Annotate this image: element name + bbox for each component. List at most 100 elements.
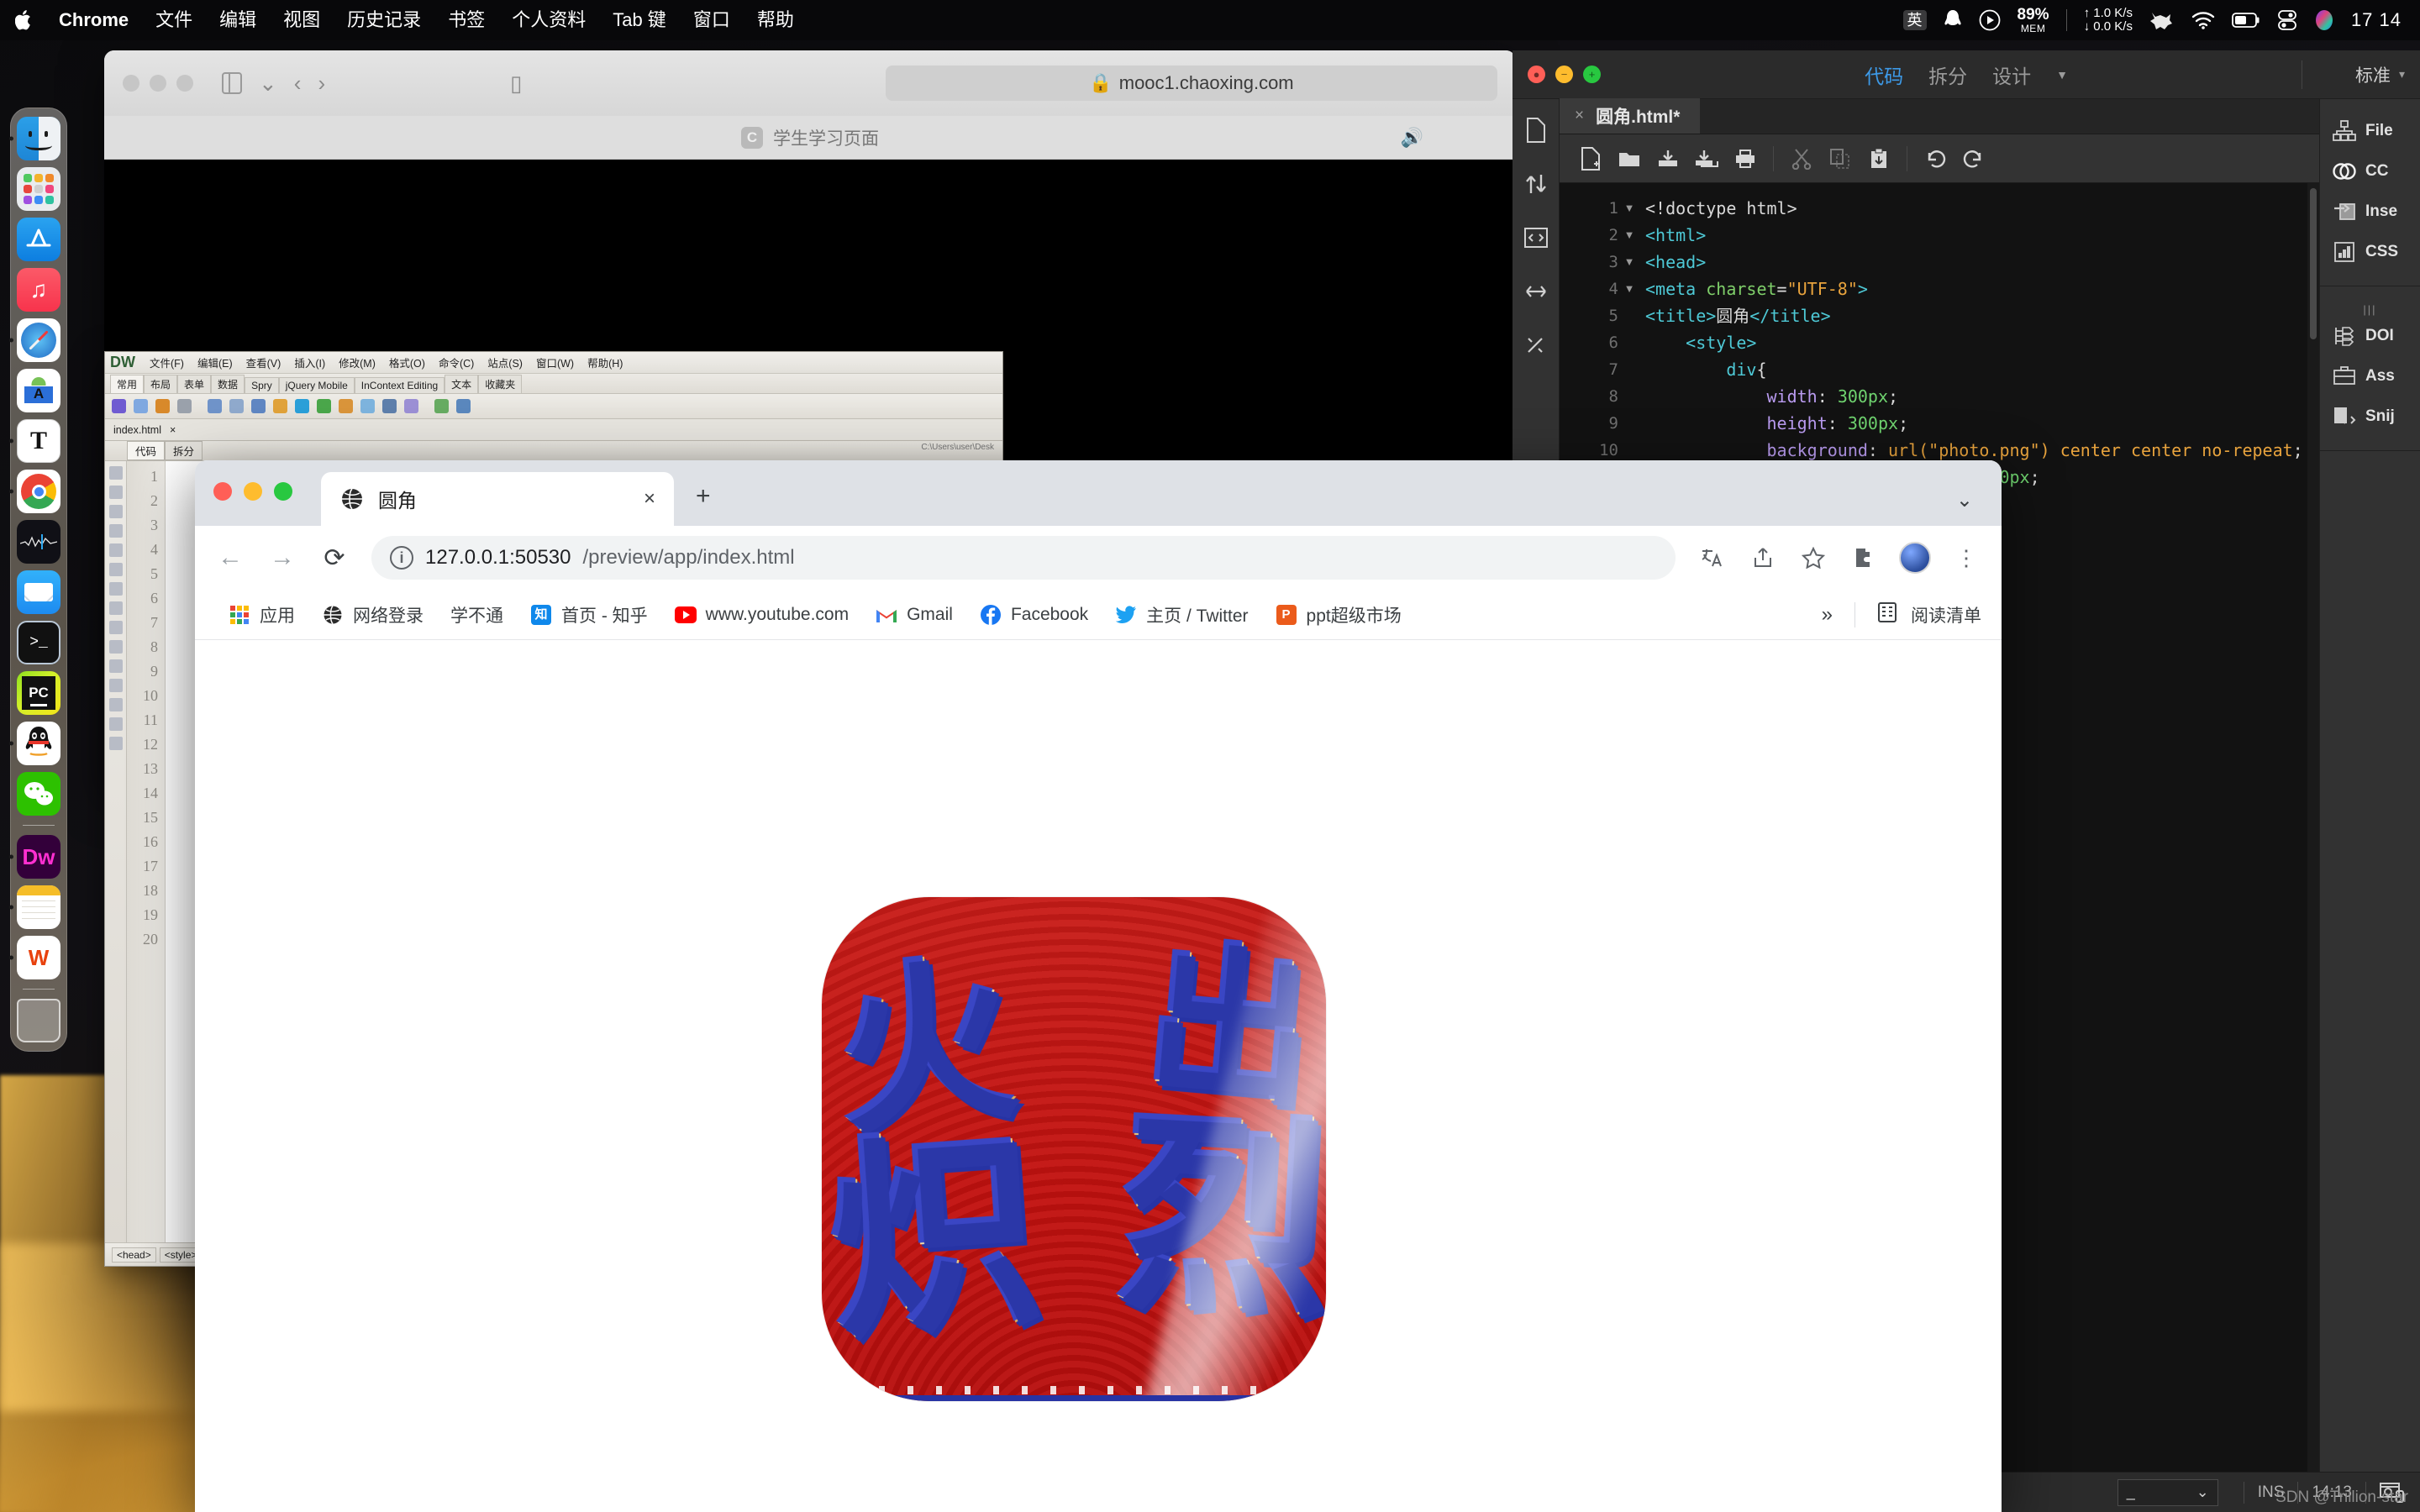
dwc-file-tab-close[interactable]: × <box>170 424 176 436</box>
back-icon[interactable]: ← <box>215 543 245 572</box>
dock-item-wechat[interactable] <box>17 772 60 816</box>
dwc-insert-tab-spry[interactable]: Spry <box>245 377 279 393</box>
forward-icon[interactable]: → <box>267 543 297 572</box>
dwc-view-code[interactable]: 代码 <box>127 441 166 460</box>
dock-item-mail[interactable] <box>17 570 60 614</box>
horizontal-rule-icon[interactable] <box>177 399 192 413</box>
dwc-menu-view[interactable]: 查看(V) <box>240 353 287 372</box>
dwc-menu-site[interactable]: 站点(S) <box>481 353 529 372</box>
site-info-icon[interactable]: i <box>390 546 413 570</box>
bookmark-ppt[interactable]: P ppt超级市场 <box>1262 602 1415 627</box>
chrome-new-tab-button[interactable]: + <box>696 482 711 511</box>
dwcc-view-design[interactable]: 设计 <box>1992 60 2031 89</box>
dwcc-fold-toggle[interactable]: ▼ <box>1618 276 1640 302</box>
dwc-menu-insert[interactable]: 插入(I) <box>288 353 331 372</box>
dock-item-android-studio[interactable]: A <box>17 369 60 412</box>
dwc-insert-tab-data[interactable]: 数据 <box>211 375 245 393</box>
email-link-icon[interactable] <box>134 399 148 413</box>
memory-usage-indicator[interactable]: 89% MEM <box>2018 6 2049 34</box>
save-icon[interactable] <box>1649 142 1687 176</box>
dwc-insert-tab-favorites[interactable]: 收藏夹 <box>478 375 523 393</box>
more-menu-icon[interactable]: ⋮ <box>1951 543 1981 573</box>
dwc-menu-format[interactable]: 格式(O) <box>383 353 431 372</box>
dwc-insert-tab-common[interactable]: 常用 <box>110 375 145 393</box>
save-all-icon[interactable] <box>1687 142 1726 176</box>
reading-list-icon[interactable] <box>1877 601 1897 627</box>
redo-icon[interactable] <box>1954 142 1993 176</box>
tag-chooser-icon[interactable] <box>456 399 471 413</box>
move-indent-icon[interactable] <box>108 717 123 731</box>
chrome-zoom-button[interactable] <box>274 482 292 501</box>
code-view-icon[interactable] <box>1523 225 1549 250</box>
bookmark-network-login[interactable]: 网络登录 <box>308 602 437 627</box>
dwcc-zoom-button[interactable]: + <box>1583 66 1601 83</box>
dwcc-encoding-select[interactable]: _ ⌄ <box>2117 1478 2218 1506</box>
dwcc-workspace-switcher[interactable]: 标准 ▾ <box>2355 62 2405 87</box>
chrome-tab-close[interactable]: × <box>644 487 655 511</box>
dock-item-chrome[interactable] <box>9 470 60 513</box>
menu-window[interactable]: 窗口 <box>680 0 744 40</box>
dock-item-finder[interactable] <box>9 117 60 160</box>
dwc-menu-edit[interactable]: 编辑(E) <box>192 353 239 372</box>
image-icon[interactable] <box>251 399 266 413</box>
dwc-insert-tab-text[interactable]: 文本 <box>445 375 479 393</box>
menu-app-name[interactable]: Chrome <box>45 0 142 40</box>
dock-item-notes[interactable] <box>9 885 60 929</box>
safari-traffic-lights[interactable] <box>123 75 193 92</box>
dwc-menu-modify[interactable]: 修改(M) <box>333 353 381 372</box>
forward-icon[interactable]: › <box>318 71 325 97</box>
dock-item-trash[interactable] <box>17 999 60 1042</box>
div-icon[interactable] <box>229 399 244 413</box>
dwc-insert-tab-incontext[interactable]: InContext Editing <box>354 377 445 393</box>
qq-penguin-icon[interactable] <box>1944 9 1962 31</box>
dwcc-document-tab[interactable]: × 圆角.html* <box>1560 98 1701 134</box>
widget-icon[interactable] <box>295 399 309 413</box>
speaker-icon[interactable]: 🔊 <box>1401 127 1423 149</box>
reading-list-label[interactable]: 阅读清单 <box>1911 602 1981 627</box>
dwc-menu-commands[interactable]: 命令(C) <box>433 353 480 372</box>
new-file-icon[interactable] <box>1571 142 1610 176</box>
dock-item-safari[interactable] <box>9 318 60 362</box>
bookmark-gmail[interactable]: Gmail <box>862 604 966 626</box>
open-documents-icon[interactable] <box>108 466 123 480</box>
menu-file[interactable]: 文件 <box>142 0 206 40</box>
apple-logo-icon[interactable] <box>15 9 34 31</box>
panel-dom[interactable]: DOI <box>2320 316 2420 356</box>
bookmark-zhihu[interactable]: 知 首页 - 知乎 <box>517 602 661 627</box>
menu-profiles[interactable]: 个人资料 <box>498 0 599 40</box>
chrome-traffic-lights[interactable] <box>213 482 292 501</box>
panel-css-designer[interactable]: CSS <box>2320 232 2420 272</box>
tabs-overview-icon[interactable]: ▯ <box>510 71 522 97</box>
siri-icon[interactable] <box>2314 9 2334 31</box>
bookmark-apps[interactable]: 应用 <box>215 602 308 627</box>
recent-snippets-icon[interactable] <box>108 698 123 711</box>
panel-assets[interactable]: Ass <box>2320 356 2420 396</box>
panel-files[interactable]: File <box>2320 111 2420 151</box>
dwc-menu-help[interactable]: 帮助(H) <box>581 353 629 372</box>
extensions-puzzle-icon[interactable] <box>1849 543 1879 573</box>
dwc-file-tab[interactable]: index.html × <box>105 419 1002 441</box>
templates-icon[interactable] <box>434 399 449 413</box>
reload-icon[interactable]: ⟳ <box>319 543 350 573</box>
select-parent-tag-icon[interactable] <box>108 563 123 576</box>
print-icon[interactable] <box>1726 142 1765 176</box>
media-icon[interactable] <box>273 399 287 413</box>
dwc-insert-tab-jquery[interactable]: jQuery Mobile <box>278 377 355 393</box>
dock-item-wps[interactable]: W <box>9 936 60 979</box>
dwcc-editor-scrollbar[interactable] <box>2307 183 2319 1472</box>
translate-icon[interactable] <box>1697 543 1728 573</box>
wolf-icon[interactable] <box>2149 10 2175 30</box>
chevron-down-icon[interactable]: ▼ <box>2056 68 2068 81</box>
battery-icon[interactable] <box>2232 12 2260 29</box>
network-speed-indicator[interactable]: ↑ 1.0 K/s ↓ 0.0 K/s <box>2084 7 2133 34</box>
control-center-icon[interactable] <box>2277 10 2297 30</box>
share-icon[interactable] <box>1748 543 1778 573</box>
dock-item-pycharm[interactable]: PC <box>17 671 60 715</box>
dock-item-launchpad[interactable] <box>17 167 60 211</box>
dwcc-view-split[interactable]: 拆分 <box>1928 60 1967 89</box>
menu-bar-clock[interactable]: 17 14 <box>2351 9 2402 31</box>
menu-history[interactable]: 历史记录 <box>334 0 434 40</box>
hyperlink-icon[interactable] <box>112 399 126 413</box>
bookmark-star-icon[interactable] <box>1798 543 1828 573</box>
back-icon[interactable]: ‹ <box>294 71 302 97</box>
